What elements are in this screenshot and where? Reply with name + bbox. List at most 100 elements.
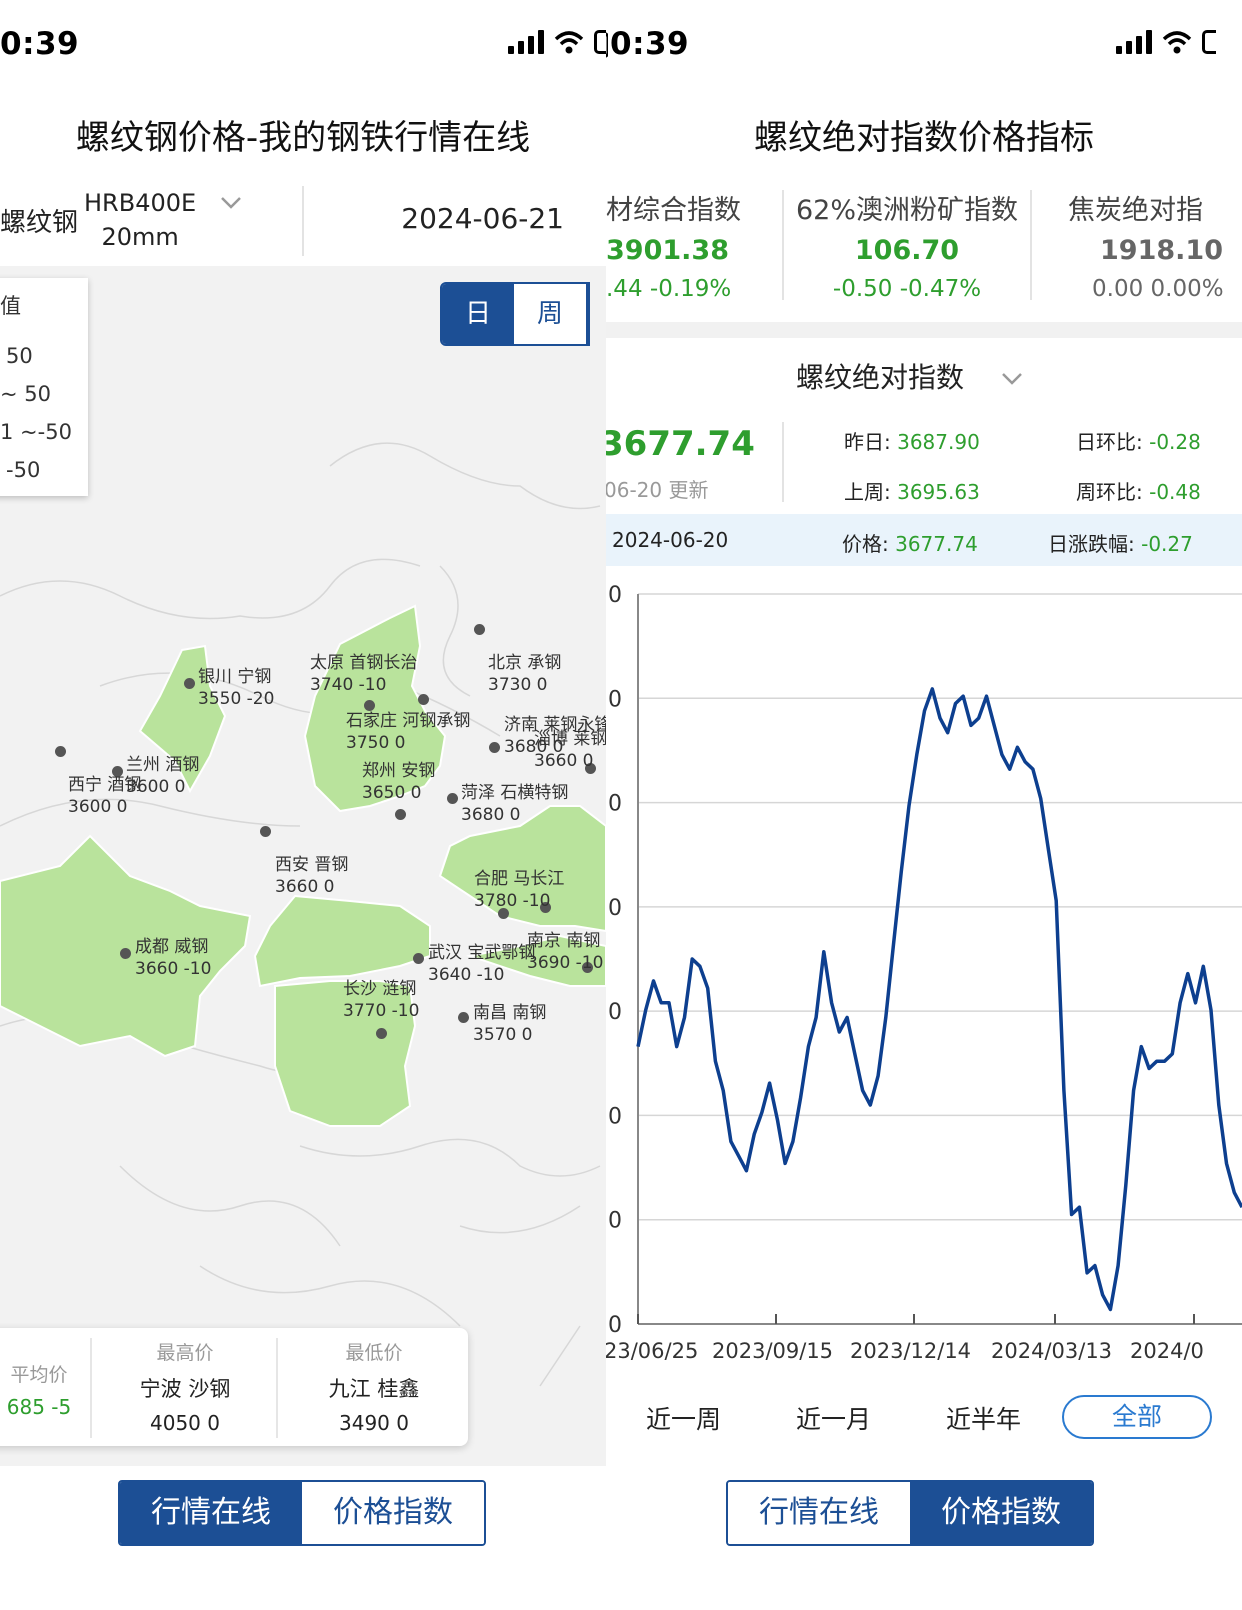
range-halfyear[interactable]: 近半年 [946,1400,1021,1436]
city-dot[interactable] [376,1028,387,1039]
city-label: 南昌 南钢 3570 0 [473,1003,547,1045]
selected-date: 2024-06-20 [612,528,729,552]
battery-icon [594,30,606,54]
period-day[interactable]: 日 [442,284,514,344]
wifi-icon [554,31,584,54]
price-map[interactable]: 值 50 ~ 50 1 ~-50 -50 日 周 银川 宁钢3550 -20 [0,266,606,1466]
index-screen: 0:39 螺纹绝对指数价格指标 材综合指数 3901.38 .44 -0.19%… [606,0,1242,1610]
city-label: 西宁 酒钢 3600 0 [68,775,142,817]
range-all[interactable]: 全部 [1062,1395,1212,1439]
map-legend: 值 50 ~ 50 1 ~-50 -50 [0,278,88,496]
city-dot[interactable] [489,742,500,753]
index-card[interactable]: 焦炭绝对指 1918.10 0.00 0.00% [1068,188,1242,302]
city-dot[interactable] [120,948,131,959]
y-tick-label: 0 [608,583,622,608]
tab-market[interactable]: 行情在线 [120,1482,302,1544]
city-dot[interactable] [447,793,458,804]
chevron-down-icon[interactable] [1001,372,1023,386]
stat-lowest: 最低价 九江 桂鑫 3490 0 [328,1342,420,1435]
tab-index[interactable]: 价格指数 [302,1482,484,1544]
spec-grade: HRB400E [84,189,197,217]
city-label: 石家庄 河钢承钢 3750 0 [346,711,471,753]
y-tick-label: 0 [608,1209,622,1234]
y-tick-label: 0 [608,1104,622,1129]
page-title: 螺纹绝对指数价格指标 [754,118,1094,158]
update-date: 06-20 更新 [606,478,709,502]
legend-row-4: -50 [6,458,41,482]
current-index-value: 3677.74 [606,424,755,464]
x-tick-label: 2024/0 [1130,1339,1204,1363]
city-dot[interactable] [474,624,485,635]
yesterday-value: 昨日: 3687.90 [844,430,980,454]
status-bar: 0:39 [0,0,606,90]
legend-row-1: 50 [6,344,33,368]
legend-row-3: 1 ~-50 [0,420,72,444]
x-tick-label: 2023/09/15 [712,1339,833,1363]
y-tick-label: 0 [608,687,622,712]
city-label: 菏泽 石横特钢 3680 0 [461,783,569,825]
product-label: 螺纹钢 [0,208,79,238]
legend-title: 值 [0,294,21,318]
spec-size: 20mm [101,223,179,251]
city-dot[interactable] [260,826,271,837]
city-label: 南京 南钢 3690 -10 [527,931,604,973]
status-bar: 0:39 [606,0,1242,90]
battery-icon [1202,30,1216,54]
range-month[interactable]: 近一月 [796,1400,871,1436]
market-screen: 0:39 螺纹钢价格-我的钢铁行情在线 螺纹钢 HRB400E 20mm 202… [0,0,606,1610]
status-icons [1116,30,1216,54]
city-dot[interactable] [413,953,424,964]
chevron-down-icon[interactable] [220,196,242,210]
city-label: 武汉 宝武鄂钢 3640 -10 [428,943,536,985]
y-tick-label: 0 [608,1313,622,1338]
price-stats-card: 平均价 685 -5 最高价 宁波 沙钢 4050 0 最低价 九江 桂鑫 34… [0,1328,468,1446]
bottom-tabs[interactable]: 行情在线 价格指数 [726,1480,1094,1546]
signal-icon [508,30,544,54]
index-selector[interactable]: 螺纹绝对指数 [796,356,1023,396]
stat-average: 平均价 685 -5 [6,1364,72,1419]
region-hubei [253,894,431,988]
selected-point-bar: 2024-06-20 价格: 3677.74 日涨跌幅: -0.27 [606,514,1242,566]
city-label: 长沙 涟钢 3770 -10 [343,979,420,1021]
city-dot[interactable] [418,694,429,705]
period-week[interactable]: 周 [514,284,588,344]
page-title: 螺纹钢价格-我的钢铁行情在线 [75,118,531,158]
x-tick-label: 2023/12/14 [850,1339,971,1363]
bottom-tabs[interactable]: 行情在线 价格指数 [118,1480,486,1546]
divider [302,186,304,256]
status-time: 0:39 [610,26,690,62]
selected-price: 价格: 3677.74 [842,532,978,556]
signal-icon [1116,30,1152,54]
y-tick-label: 0 [608,896,622,921]
week-ratio: 周环比: -0.48 [1076,480,1201,504]
selected-change: 日涨跌幅: -0.27 [1048,532,1193,556]
tab-index[interactable]: 价格指数 [910,1482,1092,1544]
tab-market[interactable]: 行情在线 [728,1482,910,1544]
date-picker[interactable]: 2024-06-21 [401,202,564,235]
wifi-icon [1162,31,1192,54]
status-time: 0:39 [0,26,80,62]
range-week[interactable]: 近一周 [646,1400,721,1436]
city-dot[interactable] [184,678,195,689]
city-label: 合肥 马长江 3780 -10 [474,869,565,911]
city-dot[interactable] [458,1012,469,1023]
stat-highest: 最高价 宁波 沙钢 4050 0 [139,1342,231,1435]
index-series-line [636,687,1242,1312]
city-label: 银川 宁钢 3550 -20 [198,667,275,709]
period-toggle[interactable]: 日 周 [440,282,590,346]
y-tick-label: 0 [608,1000,622,1025]
index-card[interactable]: 62%澳洲粉矿指数 106.70 -0.50 -0.47% [788,188,1026,302]
filter-bar[interactable]: 螺纹钢 HRB400E 20mm 2024-06-21 [0,180,606,260]
region-sichuan [0,834,252,1058]
x-tick-label: 23/06/25 [606,1339,698,1363]
spec-selector[interactable]: HRB400E 20mm [84,186,196,254]
city-label: 太原 首钢长治 3740 -10 [310,653,418,695]
index-chart[interactable]: 0 0 0 0 0 0 0 0 23/06/25 2023/09/15 2023/12/14 2024… [606,580,1242,1380]
city-dot[interactable] [55,746,66,757]
y-tick-label: 0 [608,792,622,817]
status-icons [508,30,606,54]
legend-row-2: ~ 50 [0,382,51,406]
city-label: 郑州 安钢 3650 0 [362,761,436,803]
city-dot[interactable] [395,809,406,820]
city-label: 北京 承钢 3730 0 [488,653,562,695]
